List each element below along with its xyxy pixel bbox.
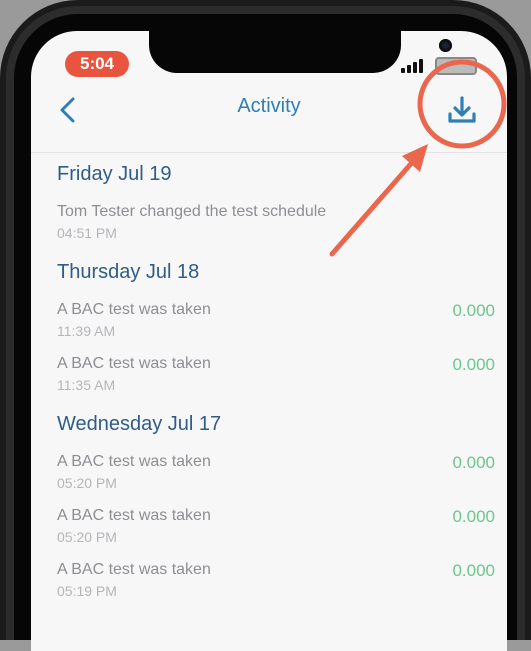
day-header: Wednesday Jul 17 — [31, 403, 507, 447]
entry-time: 11:39 AM — [57, 323, 116, 339]
entry-value: 0.000 — [452, 355, 495, 374]
signal-icon — [401, 59, 423, 73]
entry-text: A BAC test was taken — [57, 507, 211, 524]
entry-text: A BAC test was taken — [57, 453, 211, 470]
entry-value: 0.000 — [452, 301, 495, 320]
activity-entry[interactable]: A BAC test was taken 05:20 PM 0.000 — [31, 501, 507, 555]
entry-text: Tom Tester changed the test schedule — [57, 203, 327, 220]
day-header: Friday Jul 19 — [31, 153, 507, 197]
activity-entry[interactable]: Tom Tester changed the test schedule 04:… — [31, 197, 507, 251]
entry-value: 0.000 — [452, 561, 495, 580]
nav-bar: Activity — [31, 83, 507, 153]
battery-icon — [435, 57, 477, 75]
activity-feed: Friday Jul 19 Tom Tester changed the tes… — [31, 153, 507, 609]
entry-text: A BAC test was taken — [57, 561, 211, 578]
activity-entry[interactable]: A BAC test was taken 05:20 PM 0.000 — [31, 447, 507, 501]
page-title: Activity — [237, 95, 301, 117]
entry-time: 11:35 AM — [57, 377, 116, 393]
entry-value: 0.000 — [452, 453, 495, 472]
app-screen: 5:04 Activity Friday Jul 19 Tom Tester c… — [31, 31, 507, 651]
camera-icon — [439, 39, 452, 52]
activity-entry[interactable]: A BAC test was taken 11:39 AM 0.000 — [31, 295, 507, 349]
entry-value: 0.000 — [452, 507, 495, 526]
phone-frame: 5:04 Activity Friday Jul 19 Tom Tester c… — [0, 0, 531, 651]
entry-time: 04:51 PM — [57, 225, 117, 241]
entry-text: A BAC test was taken — [57, 301, 211, 318]
activity-entry[interactable]: A BAC test was taken 11:35 AM 0.000 — [31, 349, 507, 403]
activity-entry[interactable]: A BAC test was taken 05:19 PM 0.000 — [31, 555, 507, 609]
entry-time: 05:20 PM — [57, 529, 117, 545]
entry-text: A BAC test was taken — [57, 355, 211, 372]
day-header: Thursday Jul 18 — [31, 251, 507, 295]
status-time: 5:04 — [65, 51, 129, 77]
entry-time: 05:19 PM — [57, 583, 117, 599]
entry-time: 05:20 PM — [57, 475, 117, 491]
notch — [149, 31, 452, 73]
download-icon[interactable] — [445, 93, 479, 127]
